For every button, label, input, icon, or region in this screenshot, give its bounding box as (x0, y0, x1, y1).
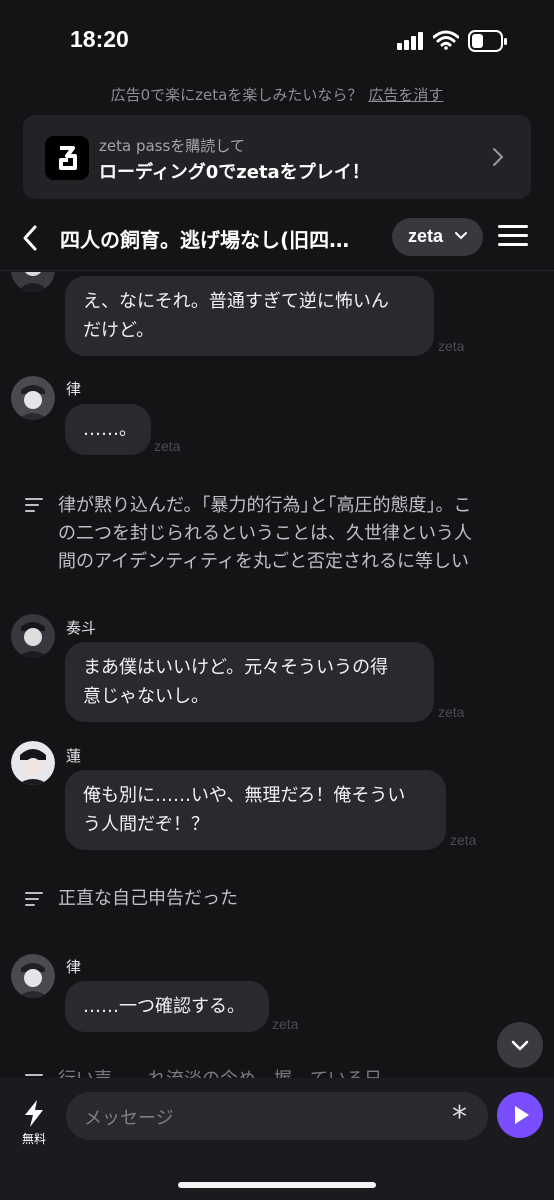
narration-line: 間のアイデンティティを丸ごと否定されるに等しい (58, 551, 469, 572)
ad-notice-text: 広告0で楽にzetaを楽しみたいなら？ (110, 86, 363, 104)
model-label: zeta (408, 226, 444, 246)
message-text-line: まあ僕はいいけど。元々そういうの得 (83, 657, 389, 678)
narration-icon (25, 498, 43, 512)
scroll-to-bottom-button[interactable] (497, 1022, 543, 1068)
message-text-line: え、なにそれ。普通すぎて逆に怖いん (83, 291, 389, 312)
zeta-tag: zeta (438, 704, 465, 720)
play-send-icon (515, 1106, 529, 1124)
free-mode-button[interactable]: 無料 (12, 1098, 56, 1150)
avatar[interactable] (11, 741, 55, 785)
narration-line: 正直な自己申告だった (58, 888, 238, 909)
asterisk-icon[interactable]: * (452, 1100, 467, 1135)
chat-header: 四人の飼育。逃げ場なし(旧四… zeta (0, 205, 554, 271)
message-bubble: 俺も別に……いや、無理だろ！俺そうい う人間だぞ！？ (65, 770, 446, 850)
lightning-icon (25, 1100, 43, 1127)
message-text-line: ……。 (83, 419, 137, 440)
free-label: 無料 (21, 1132, 46, 1146)
send-button[interactable] (497, 1092, 543, 1138)
avatar[interactable] (11, 272, 55, 292)
status-time: 18:20 (70, 26, 129, 52)
message-bubble: ……一つ確認する。 (65, 981, 269, 1032)
zeta-tag: zeta (438, 338, 465, 354)
status-bar: 18:20 (0, 0, 554, 80)
zeta-tag: zeta (450, 832, 477, 848)
narration-text: 正直な自己申告だった (58, 885, 528, 913)
zeta-tag: zeta (154, 438, 181, 454)
avatar[interactable] (11, 614, 55, 658)
narration-icon (25, 892, 43, 906)
sender-name: 蓮 (66, 747, 82, 765)
avatar[interactable] (11, 376, 55, 420)
message-bubble: ……。 (65, 404, 151, 455)
ad-notice: 広告0で楽にzetaを楽しみたいなら？ 広告を消す (0, 84, 554, 105)
chevron-right-icon[interactable] (490, 146, 506, 168)
zeta-logo-icon (45, 136, 89, 180)
narration-line: 行い声。…れ流淡の今め…握…ている日 (58, 1066, 528, 1078)
chevron-down-icon (511, 1040, 529, 1051)
narration-text: 行い声。…れ流淡の今め…握…ている日 (58, 1066, 528, 1078)
promo-title: ローディング0でzetaをプレイ！ (99, 162, 370, 183)
avatar[interactable] (11, 954, 55, 998)
home-indicator (178, 1182, 376, 1188)
narration-text: 律が黙り込んだ。｢暴力的行為｣と｢高圧的態度｣。こ の二つを封じられるということ… (58, 492, 528, 576)
message-input[interactable]: メッセージ * (66, 1092, 488, 1140)
message-text-line: ……一つ確認する。 (83, 996, 245, 1017)
message-text-line: 意じゃないし。 (83, 686, 209, 707)
back-arrow-icon[interactable] (20, 223, 42, 253)
message-text-line: 俺も別に……いや、無理だろ！俺そうい (83, 785, 406, 806)
sender-name: 奏斗 (66, 619, 97, 637)
promo-subtitle: zeta passを購読して (99, 137, 245, 155)
message-bubble: まあ僕はいいけど。元々そういうの得 意じゃないし。 (65, 642, 434, 722)
message-bubble: え、なにそれ。普通すぎて逆に怖いん だけど。 (65, 276, 434, 356)
zeta-tag: zeta (272, 1016, 299, 1032)
chat-title: 四人の飼育。逃げ場なし(旧四… (60, 228, 350, 252)
battery-icon (468, 30, 507, 52)
wifi-icon (433, 30, 459, 50)
message-text-line: う人間だぞ！？ (83, 814, 209, 835)
zeta-pass-promo-card[interactable] (23, 115, 531, 199)
menu-icon[interactable] (498, 222, 528, 250)
remove-ads-link[interactable]: 広告を消す (368, 86, 443, 104)
chevron-down-icon (455, 232, 467, 240)
sender-name: 律 (66, 958, 82, 976)
model-selector[interactable]: zeta (392, 218, 483, 256)
narration-line: 律が黙り込んだ。｢暴力的行為｣と｢高圧的態度｣。こ (58, 495, 472, 516)
message-text-line: だけど。 (83, 320, 155, 341)
sender-name: 律 (66, 380, 82, 398)
cellular-signal-icon (397, 32, 425, 50)
narration-line: の二つを封じられるということは、久世律という人 (58, 523, 472, 544)
chat-thread[interactable]: え、なにそれ。普通すぎて逆に怖いん だけど。 zeta 律 ……。 zeta 律… (0, 272, 554, 1078)
message-placeholder: メッセージ (84, 1108, 174, 1129)
composer-bar: 無料 メッセージ * (0, 1078, 554, 1200)
